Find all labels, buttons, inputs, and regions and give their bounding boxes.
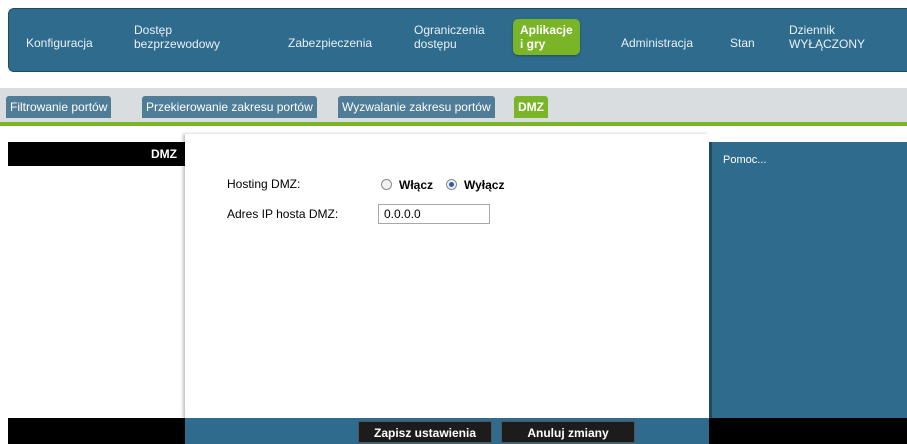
dmz-host-ip-input[interactable] (378, 204, 490, 224)
nav-item-zabezpieczenia[interactable]: Zabezpieczenia (288, 36, 372, 50)
nav-item-ograniczenia-dostepu[interactable]: Ograniczenia dostępu (414, 23, 485, 51)
save-settings-button[interactable]: Zapisz ustawienia (358, 421, 492, 443)
nav-item-konfiguracja[interactable]: Konfiguracja (26, 36, 93, 50)
sub-tab-bar: Filtrowanie portów Przekierowanie zakres… (0, 88, 907, 126)
help-link[interactable]: Pomoc... (723, 154, 766, 166)
help-panel: Pomoc... (709, 142, 907, 418)
disable-radio-label[interactable]: Wyłącz (464, 178, 504, 192)
tab-wyzwalanie-zakresu-portow[interactable]: Wyzwalanie zakresu portów (338, 96, 495, 118)
top-navigation: Konfiguracja Dostęp bezprzewodowy Zabezp… (0, 0, 907, 88)
disable-radio[interactable] (446, 179, 457, 190)
tab-filtrowanie-portow[interactable]: Filtrowanie portów (6, 96, 112, 118)
enable-radio[interactable] (381, 179, 392, 190)
nav-item-stan[interactable]: Stan (730, 36, 755, 50)
dmz-host-ip-label: Adres IP hosta DMZ: (227, 207, 339, 221)
tab-przekierowanie-zakresu-portow[interactable]: Przekierowanie zakresu portów (142, 96, 317, 118)
right-footer-bar (709, 418, 907, 444)
section-title: DMZ (8, 142, 185, 166)
tab-dmz[interactable]: DMZ (514, 96, 548, 118)
cancel-changes-button[interactable]: Anuluj zmiany (501, 421, 635, 443)
nav-item-aplikacje-i-gry[interactable]: Aplikacje i gry (513, 19, 580, 55)
hosting-dmz-label: Hosting DMZ: (227, 177, 301, 191)
left-footer-bar (8, 418, 185, 444)
left-panel (0, 136, 185, 444)
nav-item-dziennik[interactable]: Dziennik WYŁĄCZONY (789, 23, 865, 51)
enable-radio-label[interactable]: Włącz (399, 178, 433, 192)
main-menu-bar: Konfiguracja Dostęp bezprzewodowy Zabezp… (8, 8, 907, 72)
nav-item-dostep-bezprzewodowy[interactable]: Dostęp bezprzewodowy (134, 23, 220, 51)
nav-item-administracja[interactable]: Administracja (621, 36, 693, 50)
